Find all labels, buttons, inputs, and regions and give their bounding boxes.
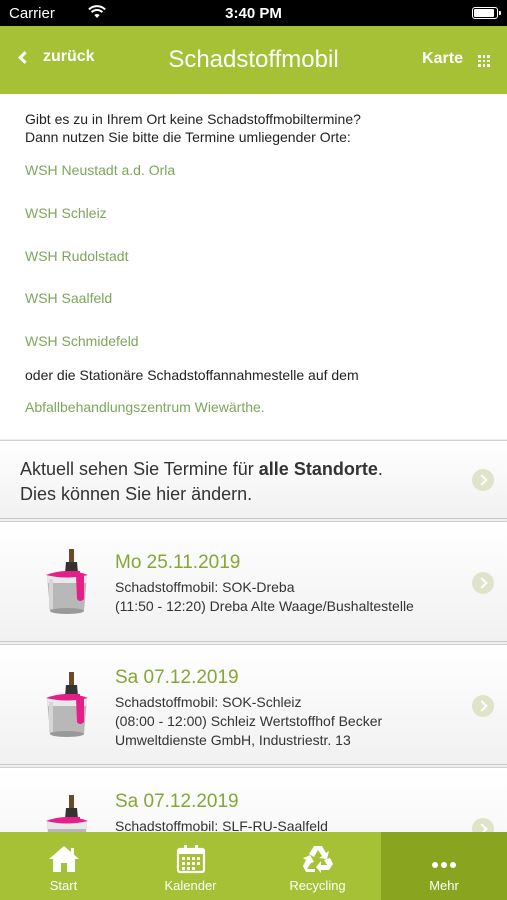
event-detail: (08:00 - 12:00) Schleiz Wertstoffhof Bec… <box>115 713 383 729</box>
location-filter-card[interactable]: Aktuell sehen Sie Termine für alle Stand… <box>0 440 507 519</box>
event-description: Schadstoffmobil: SOK-Schleiz (08:00 - 12… <box>115 693 485 750</box>
location-link[interactable]: WSH Schleiz <box>25 205 107 221</box>
map-button[interactable]: Karte <box>422 50 463 68</box>
filter-location: alle Standorte <box>258 459 378 479</box>
intro-line-2: Dann nutzen Sie bitte die Termine umlieg… <box>25 129 351 145</box>
grid-icon[interactable] <box>478 55 490 67</box>
calendar-icon <box>176 845 205 874</box>
location-link[interactable]: WSH Schmidefeld <box>25 333 139 349</box>
event-detail: (11:50 - 12:20) Dreba Alte Waage/Bushalt… <box>115 598 414 614</box>
filter-suffix: . <box>377 459 383 479</box>
tab-label: Start <box>49 878 78 893</box>
chevron-right-icon[interactable] <box>472 695 494 717</box>
navigation-bar: zurück Schadstoffmobil Karte <box>0 26 507 94</box>
event-date: Sa 07.12.2019 <box>115 667 239 688</box>
location-link[interactable]: WSH Neustadt a.d. Orla <box>25 162 175 178</box>
filter-text: Aktuell sehen Sie Termine für alle Stand… <box>20 457 383 507</box>
event-card[interactable]: Sa 07.12.2019 Schadstoffmobil: SOK-Schle… <box>0 644 507 765</box>
event-title: Schadstoffmobil: SOK-Dreba <box>115 579 295 595</box>
chevron-right-icon[interactable] <box>472 572 494 594</box>
location-link[interactable]: WSH Rudolstadt <box>25 248 128 264</box>
event-description: Schadstoffmobil: SOK-Dreba (11:50 - 12:2… <box>115 578 485 616</box>
tab-label: Mehr <box>429 878 459 893</box>
recycling-icon <box>302 846 333 873</box>
tab-label: Kalender <box>164 878 217 893</box>
event-title: Schadstoffmobil: SOK-Schleiz <box>115 694 302 710</box>
station-text: oder die Stationäre Schadstoffannahmeste… <box>25 367 359 383</box>
chevron-right-icon[interactable] <box>472 469 494 491</box>
tab-bar: Start Kalender Recycling Mehr <box>0 832 507 900</box>
tab-label: Recycling <box>289 878 346 893</box>
tab-recycling[interactable]: Recycling <box>254 832 381 900</box>
battery-icon <box>472 7 501 19</box>
event-date: Mo 25.11.2019 <box>115 552 241 573</box>
intro-line-1: Gibt es zu in Ihrem Ort keine Schadstoff… <box>25 111 361 127</box>
status-bar: Carrier 3:40 PM <box>0 0 507 26</box>
tab-kalender[interactable]: Kalender <box>127 832 254 900</box>
tab-start[interactable]: Start <box>0 832 127 900</box>
more-icon <box>432 862 456 868</box>
event-date: Sa 07.12.2019 <box>115 791 239 812</box>
event-card[interactable]: Mo 25.11.2019 Schadstoffmobil: SOK-Dreba… <box>0 521 507 642</box>
location-link[interactable]: WSH Saalfeld <box>25 290 112 306</box>
station-link[interactable]: Abfallbehandlungszentrum Wiewärthe. <box>25 399 265 415</box>
paint-bucket-icon <box>46 549 88 614</box>
app-screen: Carrier 3:40 PM zurück Schadstoffmobil K… <box>0 0 507 900</box>
event-detail-extra: Umweltdienste GmbH, Industriestr. 13 <box>115 732 351 748</box>
clock: 3:40 PM <box>225 5 282 22</box>
tab-mehr[interactable]: Mehr <box>381 832 507 900</box>
home-icon <box>48 846 79 872</box>
paint-bucket-icon <box>46 672 88 737</box>
filter-prefix: Aktuell sehen Sie Termine für <box>20 459 259 479</box>
info-section: Gibt es zu in Ihrem Ort keine Schadstoff… <box>0 94 507 439</box>
intro-text: Gibt es zu in Ihrem Ort keine Schadstoff… <box>25 110 485 146</box>
filter-hint: Dies können Sie hier ändern. <box>20 484 253 504</box>
